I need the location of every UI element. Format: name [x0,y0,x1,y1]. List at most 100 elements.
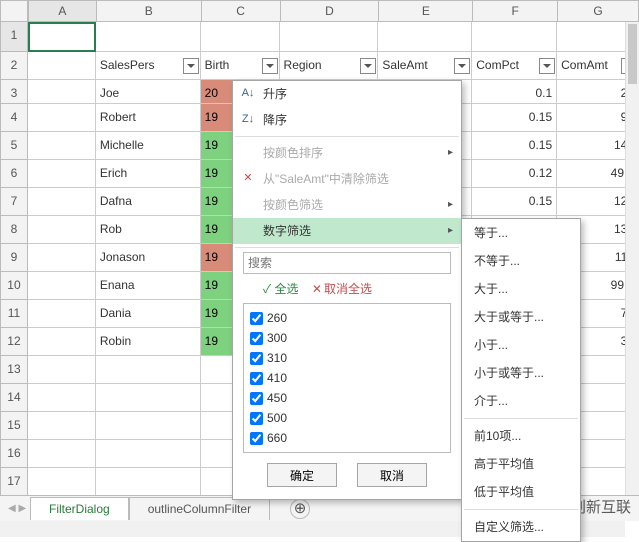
cell[interactable] [28,328,96,356]
filter-value-item[interactable]: 500 [250,408,444,428]
filter-value-item[interactable]: 450 [250,388,444,408]
cell-header-region[interactable]: Region [280,52,379,80]
row-header[interactable]: 11 [0,300,28,328]
row-header[interactable]: 4 [0,104,28,132]
col-header-A[interactable]: A [28,0,96,22]
col-header-B[interactable]: B [96,0,201,22]
filter-value-item[interactable]: 310 [250,348,444,368]
filter-gt[interactable]: 大于... [462,275,580,303]
cell[interactable] [201,22,280,52]
cell[interactable]: Enana [96,272,201,300]
row-header[interactable]: 12 [0,328,28,356]
filter-lt[interactable]: 小于... [462,331,580,359]
cell[interactable] [28,104,96,132]
filter-values-list[interactable]: 260300310410450500660900 [243,303,451,453]
cell[interactable]: 0.12 [472,160,557,188]
row-header[interactable]: 1 [0,22,28,52]
cell[interactable]: Robert [96,104,201,132]
cell[interactable]: Dania [96,300,201,328]
row-header[interactable]: 10 [0,272,28,300]
number-filter-item[interactable]: 数字筛选▸ [233,218,461,244]
cell[interactable]: 0.15 [472,104,557,132]
cell[interactable] [96,356,201,384]
filter-below-avg[interactable]: 低于平均值 [462,478,580,506]
filter-value-checkbox[interactable] [250,392,263,405]
cancel-button[interactable]: 取消 [357,463,427,487]
filter-above-avg[interactable]: 高于平均值 [462,450,580,478]
row-header[interactable]: 3 [0,80,28,104]
col-header-E[interactable]: E [378,0,472,22]
filter-search-input[interactable] [243,252,451,274]
filter-button[interactable] [360,58,376,74]
cell[interactable]: 0.15 [472,188,557,216]
cell[interactable] [28,52,96,80]
row-header[interactable]: 13 [0,356,28,384]
cell[interactable] [96,468,201,496]
filter-button[interactable] [262,58,278,74]
sort-desc-item[interactable]: Z↓降序 [233,107,461,133]
cell[interactable] [28,160,96,188]
select-all-corner[interactable] [0,0,28,22]
filter-value-item[interactable]: 410 [250,368,444,388]
vertical-scrollbar[interactable] [625,22,639,495]
cell[interactable]: Jonason [96,244,201,272]
filter-value-checkbox[interactable] [250,432,263,445]
filter-eq[interactable]: 等于... [462,219,580,247]
sheet-tab[interactable]: outlineColumnFilter [129,497,270,520]
cell[interactable] [96,412,201,440]
filter-ge[interactable]: 大于或等于... [462,303,580,331]
row-header[interactable]: 15 [0,412,28,440]
sheet-tab-active[interactable]: FilterDialog [30,497,129,520]
cell[interactable] [28,272,96,300]
select-all-link[interactable]: ✓ 全选 [263,282,299,296]
filter-button[interactable] [183,58,199,74]
cell[interactable] [96,384,201,412]
cell[interactable] [28,440,96,468]
cell-A1[interactable] [28,22,96,52]
filter-ne[interactable]: 不等于... [462,247,580,275]
cell[interactable] [472,22,557,52]
cell[interactable] [28,412,96,440]
filter-value-checkbox[interactable] [250,332,263,345]
filter-le[interactable]: 小于或等于... [462,359,580,387]
cell[interactable] [280,22,379,52]
row-header[interactable]: 7 [0,188,28,216]
cell[interactable] [96,22,201,52]
filter-value-checkbox[interactable] [250,352,263,365]
filter-value-checkbox[interactable] [250,312,263,325]
filter-button[interactable] [454,58,470,74]
cell-header-saleamt[interactable]: SaleAmt [378,52,472,80]
ok-button[interactable]: 确定 [267,463,337,487]
filter-button[interactable] [539,58,555,74]
sort-asc-item[interactable]: A↓升序 [233,81,461,107]
filter-value-item[interactable]: 300 [250,328,444,348]
cell[interactable] [28,132,96,160]
col-header-F[interactable]: F [472,0,557,22]
tab-nav-arrows[interactable]: ◀ ▶ [8,503,26,514]
filter-value-checkbox[interactable] [250,372,263,385]
cell-header-salespers[interactable]: SalesPers [96,52,201,80]
cell[interactable]: 0.1 [472,80,557,104]
cell[interactable] [28,216,96,244]
filter-value-item[interactable]: 660 [250,428,444,448]
row-header[interactable]: 17 [0,468,28,496]
row-header[interactable]: 5 [0,132,28,160]
cell[interactable] [28,244,96,272]
filter-value-checkbox[interactable] [250,412,263,425]
scroll-thumb[interactable] [628,24,637,84]
add-sheet-button[interactable]: ⊕ [290,499,310,519]
row-header[interactable]: 14 [0,384,28,412]
cell[interactable]: Erich [96,160,201,188]
cell[interactable]: 0.15 [472,132,557,160]
cell[interactable] [28,188,96,216]
cell[interactable]: Michelle [96,132,201,160]
filter-between[interactable]: 介于... [462,387,580,415]
filter-top10[interactable]: 前10项... [462,422,580,450]
cell[interactable] [28,80,96,104]
deselect-all-link[interactable]: ✕取消全选 [312,282,372,296]
cell[interactable]: Joe [96,80,201,104]
cell[interactable]: Robin [96,328,201,356]
col-header-D[interactable]: D [280,0,379,22]
col-header-G[interactable]: G [557,0,639,22]
row-header[interactable]: 8 [0,216,28,244]
